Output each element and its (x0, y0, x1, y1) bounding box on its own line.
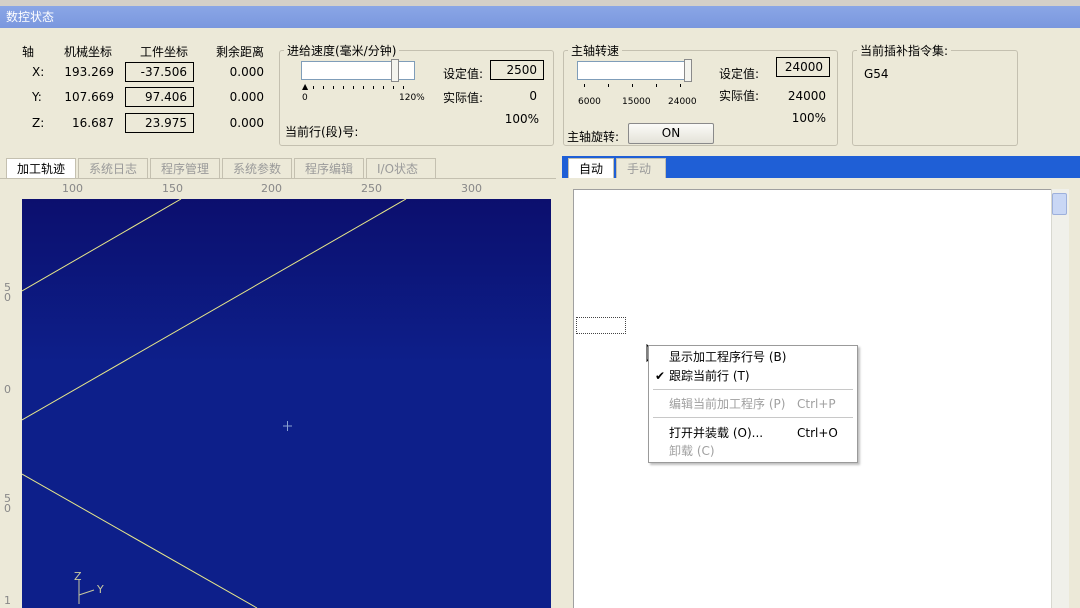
program-scrollbar[interactable] (1051, 189, 1069, 608)
tab-auto[interactable]: 自动 (568, 158, 614, 178)
ruler-y-tick: 0 (4, 383, 11, 396)
tab-io-status[interactable]: I/O状态 (366, 158, 436, 178)
axis-z-machine: 16.687 (72, 116, 114, 130)
toolpath-drawing (22, 199, 407, 608)
spindle-actual-value: 24000 (787, 89, 826, 103)
menu-item-edit-program[interactable]: 编辑当前加工程序 (P) Ctrl+P (649, 395, 857, 413)
axis-y-work: 97.406 (125, 87, 194, 107)
spindle-title: 主轴转速 (568, 42, 623, 59)
feed-arrow-icon: ▲ (302, 82, 309, 91)
menu-separator (653, 417, 853, 418)
spindle-percent: 100% (791, 111, 826, 125)
status-title-bar: 数控状态 (0, 6, 1080, 28)
axis-indicator-y: Y (97, 583, 104, 596)
vertical-ruler (0, 198, 22, 608)
ruler-x-tick: 200 (261, 182, 282, 195)
work-coord-header: 工件坐标 (140, 45, 189, 59)
feed-actual-value: 0 (529, 89, 537, 103)
spindle-setpoint-label: 设定值: (719, 67, 760, 81)
context-menu: 显示加工程序行号 (B) ✔ 跟踪当前行 (T) 编辑当前加工程序 (P) Ct… (648, 345, 858, 463)
menu-item-unload[interactable]: 卸载 (C) (649, 442, 857, 460)
axis-z-label: Z: (32, 116, 45, 130)
current-line-label: 当前行(段)号: (285, 125, 359, 139)
tab-system-log[interactable]: 系统日志 (78, 158, 148, 178)
ruler-x-tick: 150 (162, 182, 183, 195)
feed-slider-ticks (313, 86, 413, 89)
axis-x-remaining: 0.000 (229, 65, 264, 79)
interp-value: G54 (864, 67, 889, 81)
axis-y-label: Y: (32, 90, 42, 104)
tab-program-management[interactable]: 程序管理 (150, 158, 220, 178)
spindle-scale-mid: 15000 (622, 97, 651, 107)
axis-indicator-z: Z (74, 570, 82, 583)
axis-z-work: 23.975 (125, 113, 194, 133)
tab-manual[interactable]: 手动 (616, 158, 666, 178)
toolpath-segment (22, 199, 407, 421)
spindle-scale-low: 6000 (578, 97, 601, 107)
toolpath-segment (22, 473, 258, 608)
axis-y-remaining: 0.000 (229, 90, 264, 104)
feed-scale-min: 0 (302, 93, 308, 103)
tab-system-params[interactable]: 系统参数 (222, 158, 292, 178)
axis-x-work: -37.506 (125, 62, 194, 82)
spindle-setpoint-value[interactable]: 24000 (776, 57, 830, 77)
spindle-slider[interactable] (577, 61, 692, 80)
scroll-up-icon[interactable] (1052, 193, 1067, 215)
spindle-scale-high: 24000 (668, 97, 697, 107)
toolpath-segment (22, 199, 182, 292)
interp-title: 当前插补指令集: (857, 42, 952, 59)
axis-y-machine: 107.669 (64, 90, 114, 104)
feed-scale-max: 120% (399, 93, 425, 103)
tab-program-edit[interactable]: 程序编辑 (294, 158, 364, 178)
toolpath-canvas[interactable]: Z Y (22, 199, 551, 608)
program-caret-box (576, 317, 626, 334)
axis-x-machine: 193.269 (64, 65, 114, 79)
ruler-x-tick: 250 (361, 182, 382, 195)
axis-header: 轴 (22, 45, 35, 59)
spindle-on-button[interactable]: ON (628, 123, 714, 144)
spindle-slider-ticks (584, 84, 684, 87)
ruler-y-tick: 5 0 (4, 281, 11, 304)
feed-actual-label: 实际值: (443, 91, 484, 105)
ruler-x-tick: 100 (62, 182, 83, 195)
menu-item-track-current-line[interactable]: ✔ 跟踪当前行 (T) (649, 367, 857, 385)
ruler-y-tick: 5 0 (4, 492, 11, 515)
menu-item-show-line-numbers[interactable]: 显示加工程序行号 (B) (649, 348, 857, 366)
ruler-y-tick: 1 (4, 594, 11, 607)
axis-x-label: X: (32, 65, 45, 79)
feed-rate-title: 进给速度(毫米/分钟) (284, 42, 400, 59)
checkmark-icon: ✔ (655, 369, 666, 383)
feed-setpoint-value[interactable]: 2500 (490, 60, 544, 80)
axes-panel: 轴 机械坐标 工件坐标 剩余距离 X: 193.269 -37.506 0.00… (0, 30, 276, 148)
feed-rate-slider-thumb[interactable] (391, 59, 399, 82)
menu-separator (653, 389, 853, 390)
feed-setpoint-label: 设定值: (443, 67, 484, 81)
crosshair-icon (283, 421, 292, 431)
remaining-distance-header: 剩余距离 (216, 45, 265, 59)
machine-coord-header: 机械坐标 (64, 45, 113, 59)
spindle-actual-label: 实际值: (719, 89, 760, 103)
tab-toolpath[interactable]: 加工轨迹 (6, 158, 76, 178)
spindle-slider-thumb[interactable] (684, 59, 692, 82)
interp-group (852, 50, 1018, 146)
ruler-x-tick: 300 (461, 182, 482, 195)
spindle-rotation-label: 主轴旋转: (567, 128, 620, 145)
feed-percent: 100% (504, 112, 539, 126)
menu-item-open-load[interactable]: 打开并装载 (O)... Ctrl+O (649, 424, 857, 442)
axis-z-remaining: 0.000 (229, 116, 264, 130)
